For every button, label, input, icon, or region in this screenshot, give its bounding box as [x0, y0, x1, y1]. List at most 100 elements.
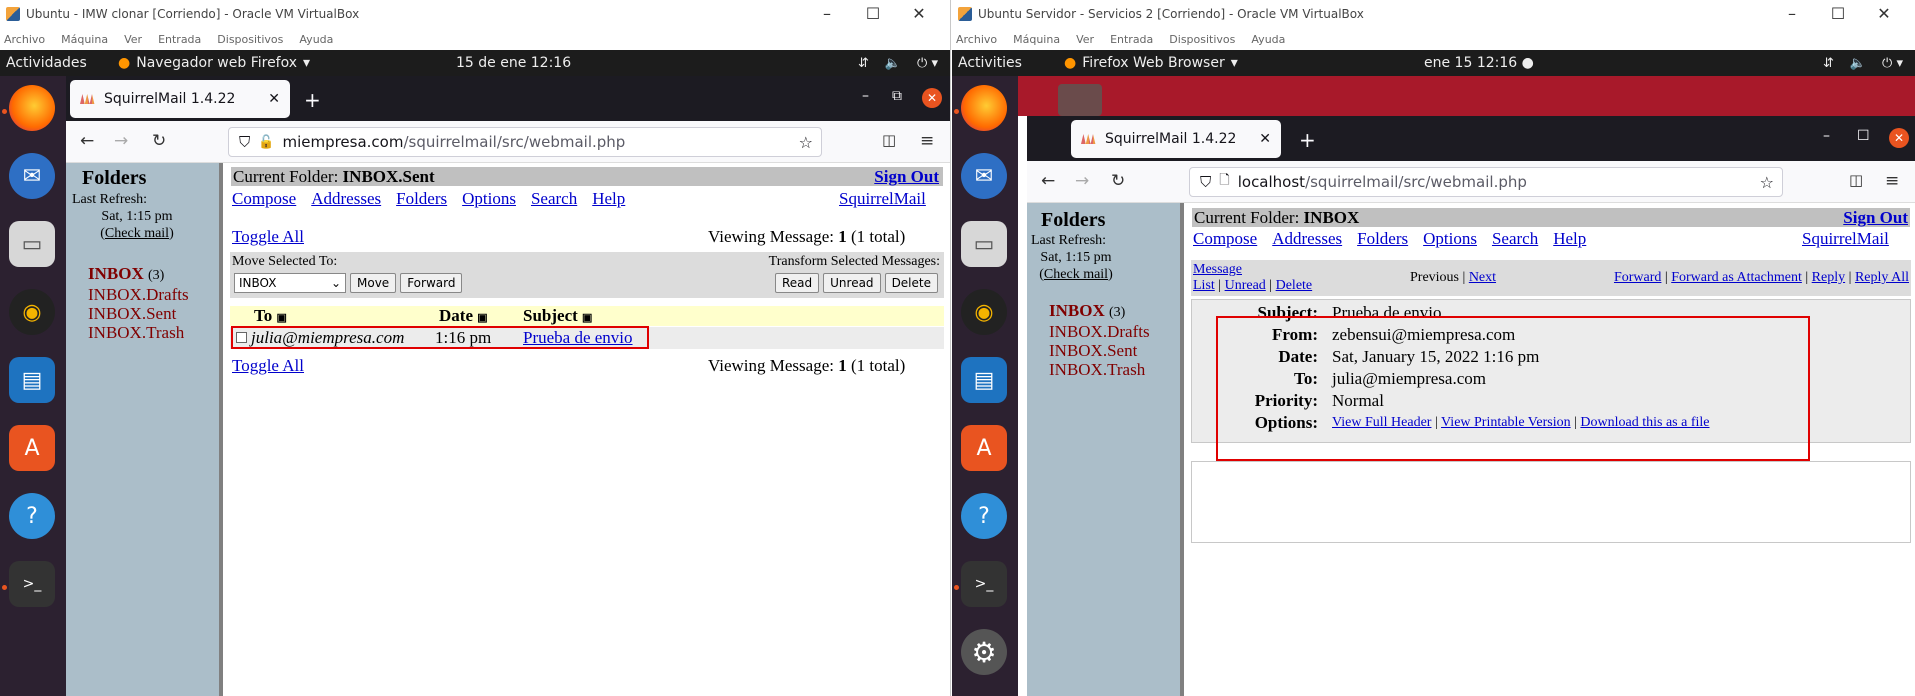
close-window-icon[interactable]: ✕: [922, 88, 942, 108]
menu-dispositivos[interactable]: Dispositivos: [1169, 33, 1235, 46]
close-icon[interactable]: ✕: [1259, 131, 1271, 147]
clock[interactable]: 15 de ene 12:16: [456, 55, 571, 71]
folder-select[interactable]: INBOX ⌄: [234, 273, 346, 293]
software-icon[interactable]: A: [961, 425, 1007, 471]
home-folder-icon[interactable]: [1058, 84, 1102, 116]
maximize-icon[interactable]: ☐: [1857, 128, 1870, 144]
help-icon[interactable]: ?: [9, 493, 55, 539]
check-mail-link[interactable]: Check mail: [105, 226, 169, 241]
files-icon[interactable]: ▭: [9, 221, 55, 267]
message-list-link[interactable]: Message: [1193, 262, 1242, 277]
options-link[interactable]: Options: [462, 189, 516, 209]
bookmark-star-icon[interactable]: ☆: [1760, 173, 1774, 192]
power-icon[interactable]: ⏻ ▾: [917, 56, 938, 71]
writer-icon[interactable]: ▤: [9, 357, 55, 403]
list-link[interactable]: List: [1193, 278, 1215, 293]
next-link[interactable]: Next: [1469, 270, 1496, 285]
compose-link[interactable]: Compose: [232, 189, 296, 209]
close-icon[interactable]: ✕: [1861, 4, 1907, 24]
shield-icon[interactable]: ⛉: [239, 133, 250, 151]
clock[interactable]: ene 15 12:16 ●: [1424, 55, 1534, 71]
volume-icon[interactable]: 🔈: [1850, 56, 1866, 71]
search-link[interactable]: Search: [531, 189, 577, 209]
folder-drafts[interactable]: INBOX.Drafts: [1049, 322, 1150, 341]
column-date[interactable]: Date ▣: [439, 306, 488, 326]
minimize-icon[interactable]: –: [862, 88, 869, 104]
tab-squirrelmail[interactable]: SquirrelMail 1.4.22 ✕: [70, 80, 290, 118]
squirrelmail-link[interactable]: SquirrelMail: [839, 189, 926, 209]
page-icon[interactable]: 🗋: [1219, 171, 1229, 193]
help-link[interactable]: Help: [1553, 229, 1586, 249]
hamburger-menu-icon[interactable]: ≡: [1885, 171, 1899, 191]
menu-dispositivos[interactable]: Dispositivos: [217, 33, 283, 46]
addresses-link[interactable]: Addresses: [311, 189, 381, 209]
pocket-icon[interactable]: ◫: [1849, 171, 1863, 189]
power-icon[interactable]: ⏻ ▾: [1882, 56, 1903, 71]
volume-icon[interactable]: 🔈: [885, 56, 901, 71]
close-icon[interactable]: ✕: [896, 4, 942, 24]
thunderbird-icon[interactable]: ✉: [961, 153, 1007, 199]
terminal-icon[interactable]: >_: [9, 561, 55, 607]
terminal-icon[interactable]: >_: [961, 561, 1007, 607]
back-icon[interactable]: ←: [1041, 171, 1055, 191]
rhythmbox-icon[interactable]: ◉: [9, 289, 55, 335]
minimize-icon[interactable]: –: [804, 4, 850, 24]
files-icon[interactable]: ▭: [961, 221, 1007, 267]
reply-link[interactable]: Reply: [1812, 270, 1845, 285]
activities-button[interactable]: Activities: [952, 55, 1052, 71]
minimize-icon[interactable]: –: [1769, 4, 1815, 24]
options-link[interactable]: Options: [1423, 229, 1477, 249]
new-tab-icon[interactable]: +: [304, 88, 321, 112]
check-mail-link[interactable]: Check mail: [1044, 267, 1108, 282]
menu-ver[interactable]: Ver: [124, 33, 142, 46]
folder-inbox[interactable]: INBOX (3): [1049, 301, 1150, 322]
menu-archivo[interactable]: Archivo: [956, 33, 997, 46]
thunderbird-icon[interactable]: ✉: [9, 153, 55, 199]
lock-icon[interactable]: 🔓: [258, 135, 274, 150]
folder-drafts[interactable]: INBOX.Drafts: [88, 285, 189, 304]
rhythmbox-icon[interactable]: ◉: [961, 289, 1007, 335]
menu-archivo[interactable]: Archivo: [4, 33, 45, 46]
bookmark-star-icon[interactable]: ☆: [799, 133, 813, 152]
toggle-all-link-bottom[interactable]: Toggle All: [232, 356, 304, 376]
read-button[interactable]: Read: [774, 273, 820, 293]
settings-gear-icon[interactable]: ⚙: [961, 629, 1007, 675]
folders-link[interactable]: Folders: [1357, 229, 1408, 249]
menu-maquina[interactable]: Máquina: [61, 33, 108, 46]
squirrelmail-link[interactable]: SquirrelMail: [1802, 229, 1889, 249]
new-tab-icon[interactable]: +: [1299, 128, 1316, 152]
menu-ayuda[interactable]: Ayuda: [299, 33, 333, 46]
folder-sent[interactable]: INBOX.Sent: [1049, 341, 1150, 360]
back-icon[interactable]: ←: [80, 131, 94, 151]
menu-ver[interactable]: Ver: [1076, 33, 1094, 46]
delete-button[interactable]: Delete: [884, 273, 938, 293]
move-button[interactable]: Move: [350, 273, 397, 293]
writer-icon[interactable]: ▤: [961, 357, 1007, 403]
folder-sent[interactable]: INBOX.Sent: [88, 304, 189, 323]
url-bar[interactable]: ⛉ 🗋 localhost/squirrelmail/src/webmail.p…: [1189, 167, 1783, 197]
help-link[interactable]: Help: [592, 189, 625, 209]
firefox-icon[interactable]: [9, 85, 55, 131]
maximize-icon[interactable]: ☐: [850, 4, 896, 24]
forward-icon[interactable]: →: [114, 131, 128, 151]
reload-icon[interactable]: ↻: [1111, 171, 1125, 191]
close-window-icon[interactable]: ✕: [1889, 128, 1909, 148]
folder-trash[interactable]: INBOX.Trash: [1049, 360, 1150, 379]
compose-link[interactable]: Compose: [1193, 229, 1257, 249]
help-icon[interactable]: ?: [961, 493, 1007, 539]
menu-ayuda[interactable]: Ayuda: [1251, 33, 1285, 46]
addresses-link[interactable]: Addresses: [1272, 229, 1342, 249]
search-link[interactable]: Search: [1492, 229, 1538, 249]
forward-attachment-link[interactable]: Forward as Attachment: [1671, 270, 1802, 285]
forward-icon[interactable]: →: [1075, 171, 1089, 191]
firefox-icon[interactable]: [961, 85, 1007, 131]
column-subject[interactable]: Subject ▣: [523, 306, 592, 326]
shield-icon[interactable]: ⛉: [1200, 173, 1211, 191]
reload-icon[interactable]: ↻: [152, 131, 166, 151]
reply-all-link[interactable]: Reply All: [1855, 270, 1909, 285]
menu-entrada[interactable]: Entrada: [1110, 33, 1153, 46]
column-to[interactable]: To ▣: [254, 306, 287, 326]
delete-link[interactable]: Delete: [1276, 278, 1313, 293]
folder-inbox[interactable]: INBOX (3): [88, 264, 189, 285]
menu-maquina[interactable]: Máquina: [1013, 33, 1060, 46]
